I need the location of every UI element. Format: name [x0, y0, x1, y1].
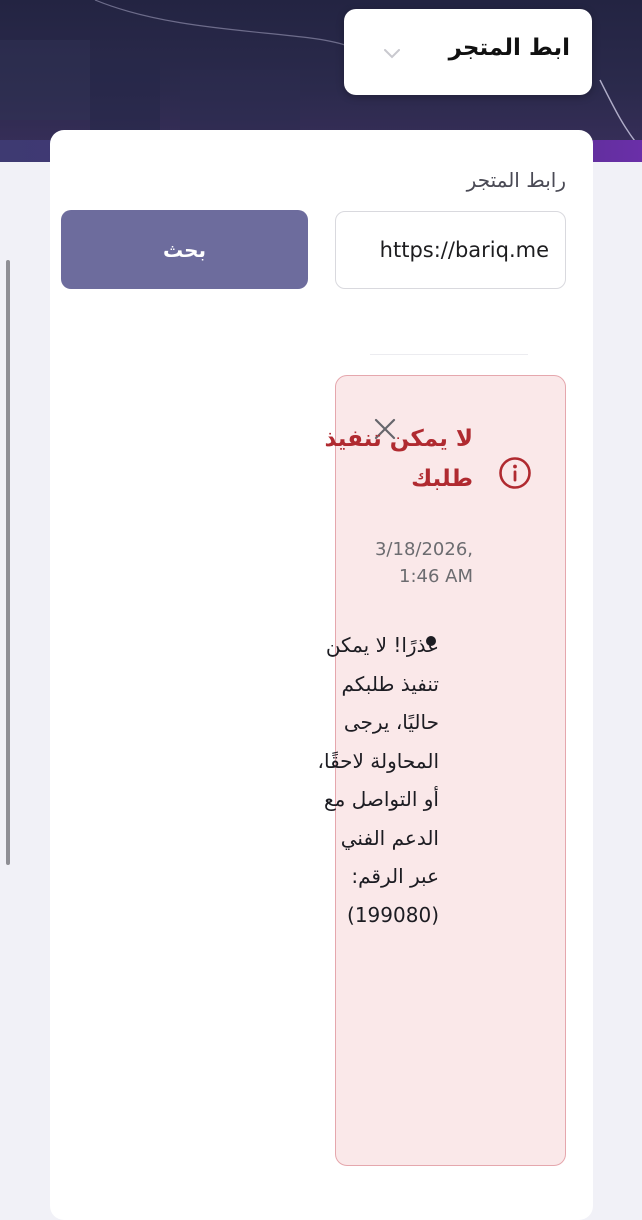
store-link-dropdown[interactable]: ابط المتجر — [344, 9, 592, 95]
alert-title: لا يمكن تنفيذ طلبك — [324, 426, 473, 492]
search-button[interactable]: بحث — [61, 210, 308, 289]
error-alert: لا يمكن تنفيذ طلبك 3/18/2026, 1:46 AM عذ… — [318, 375, 566, 1166]
chevron-down-icon — [384, 49, 400, 59]
alert-timestamp: 3/18/2026, 1:46 AM — [374, 539, 473, 587]
page-scrollbar[interactable] — [6, 260, 10, 865]
store-url-input[interactable] — [335, 211, 566, 289]
alert-message: عذرًا! لا يمكن تنفيذ طلبكم حاليًا، يرجى … — [317, 633, 439, 927]
store-url-label: رابط المتجر — [466, 168, 566, 192]
store-link-dropdown-label: ابط المتجر — [448, 35, 570, 61]
divider — [370, 354, 528, 355]
store-search-card: رابط المتجر بحث لا يمكن تنفيذ طلبك 3/18/… — [50, 130, 593, 1220]
info-icon — [499, 457, 531, 489]
